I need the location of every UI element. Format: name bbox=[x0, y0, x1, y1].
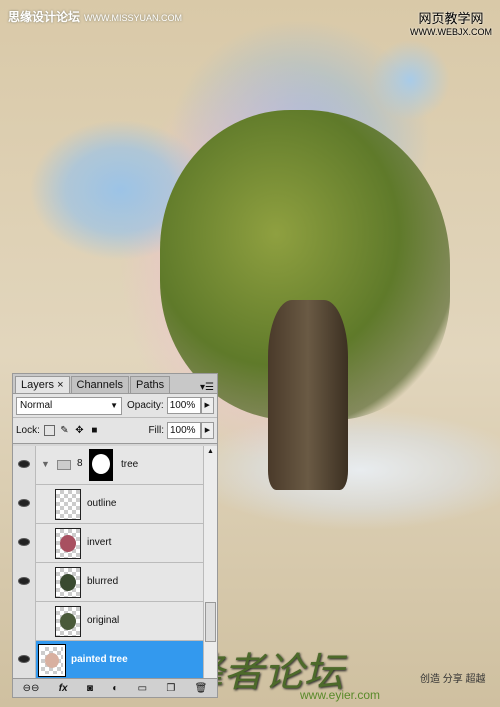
layer-list-scrollbar[interactable]: ▲ bbox=[203, 446, 217, 680]
layer-list: ▼ 8 tree outline invert blurred original… bbox=[13, 446, 203, 680]
eye-icon bbox=[18, 655, 30, 663]
layer-group-tree[interactable]: ▼ 8 tree bbox=[13, 446, 203, 485]
blend-mode-value: Normal bbox=[20, 399, 53, 411]
tree-trunk bbox=[268, 300, 348, 490]
layer-blurred[interactable]: blurred bbox=[13, 563, 203, 602]
visibility-toggle[interactable] bbox=[13, 485, 36, 524]
brand-url: www.eyier.com bbox=[300, 688, 381, 702]
adjustment-icon[interactable]: ◐ bbox=[112, 683, 118, 694]
layer-invert[interactable]: invert bbox=[13, 524, 203, 563]
layer-thumbnail bbox=[38, 644, 66, 677]
visibility-toggle[interactable] bbox=[13, 602, 36, 641]
fill-label: Fill: bbox=[148, 425, 164, 436]
tab-channels[interactable]: Channels bbox=[70, 376, 129, 393]
watermark-text: 网页教学网 bbox=[418, 11, 484, 26]
scrollbar-thumb[interactable] bbox=[205, 602, 216, 642]
link-icon: 8 bbox=[77, 458, 83, 469]
new-layer-icon[interactable]: ❐ bbox=[166, 683, 175, 694]
panel-bottom-toolbar: ⊖⊖ fx ◙ ◐ ▭ ❐ 🗑 bbox=[13, 678, 217, 697]
lock-brush-icon[interactable]: ✎ bbox=[59, 425, 70, 436]
layer-thumbnail bbox=[55, 606, 81, 637]
lock-transparency-icon[interactable] bbox=[43, 425, 55, 436]
layer-name: outline bbox=[87, 498, 117, 509]
expand-triangle-icon[interactable]: ▼ bbox=[41, 459, 50, 469]
panel-tabs: Layers × Channels Paths ▾☰ bbox=[13, 374, 217, 394]
panel-menu-icon[interactable]: ▾☰ bbox=[200, 382, 214, 393]
visibility-toggle[interactable] bbox=[13, 641, 36, 680]
slogan: 创造 分享 超越 bbox=[420, 674, 486, 685]
chevron-down-icon: ▼ bbox=[110, 400, 118, 410]
mask-icon[interactable]: ◙ bbox=[87, 683, 93, 694]
layer-name: blurred bbox=[87, 576, 119, 587]
visibility-toggle[interactable] bbox=[13, 524, 36, 563]
layer-mask-thumbnail bbox=[89, 449, 113, 481]
layer-name: invert bbox=[87, 537, 112, 548]
eye-icon bbox=[18, 499, 30, 507]
layer-name: tree bbox=[121, 459, 139, 470]
lock-label: Lock: bbox=[16, 425, 40, 436]
layer-original[interactable]: original bbox=[13, 602, 203, 641]
opacity-label: Opacity: bbox=[127, 400, 164, 411]
layers-panel: Layers × Channels Paths ▾☰ Normal ▼ Opaci… bbox=[12, 373, 218, 698]
layer-outline[interactable]: outline bbox=[13, 485, 203, 524]
lock-move-icon[interactable]: ✥ bbox=[74, 425, 85, 436]
layer-name: original bbox=[87, 615, 120, 626]
visibility-toggle[interactable] bbox=[13, 446, 36, 485]
opacity-slider-button[interactable]: ▶ bbox=[200, 397, 214, 414]
scroll-up-icon[interactable]: ▲ bbox=[207, 448, 214, 455]
tab-paths[interactable]: Paths bbox=[129, 376, 171, 393]
eye-icon bbox=[18, 577, 30, 585]
layer-painted-tree[interactable]: painted tree bbox=[13, 641, 203, 680]
blend-mode-select[interactable]: Normal ▼ bbox=[16, 396, 122, 415]
tab-layers[interactable]: Layers × bbox=[15, 376, 70, 393]
layer-thumbnail bbox=[55, 567, 81, 598]
layer-name: painted tree bbox=[71, 654, 128, 665]
eye-icon bbox=[18, 460, 30, 468]
layer-thumbnail bbox=[55, 528, 81, 559]
fill-input[interactable]: 100% bbox=[167, 422, 201, 439]
lock-all-icon[interactable]: ■ bbox=[89, 425, 100, 436]
watermark-text: 思缘设计论坛 bbox=[8, 10, 81, 24]
trash-icon[interactable]: 🗑 bbox=[195, 683, 208, 694]
layer-thumbnail bbox=[55, 489, 81, 520]
visibility-toggle[interactable] bbox=[13, 563, 36, 602]
opacity-input[interactable]: 100% bbox=[166, 397, 201, 414]
watermark-url: WWW.WEBJX.COM bbox=[410, 27, 492, 37]
eye-icon bbox=[18, 538, 30, 546]
link-icon[interactable]: ⊖⊖ bbox=[23, 683, 40, 694]
fx-icon[interactable]: fx bbox=[59, 683, 68, 694]
watermark-top-right: 网页教学网 WWW.WEBJX.COM bbox=[410, 8, 492, 37]
watermark-url: WWW.MISSYUAN.COM bbox=[84, 13, 183, 23]
folder-icon[interactable]: ▭ bbox=[138, 683, 147, 694]
folder-icon bbox=[57, 460, 71, 470]
watermark-top-left: 思缘设计论坛 WWW.MISSYUAN.COM bbox=[8, 8, 182, 25]
fill-slider-button[interactable]: ▶ bbox=[201, 422, 214, 439]
